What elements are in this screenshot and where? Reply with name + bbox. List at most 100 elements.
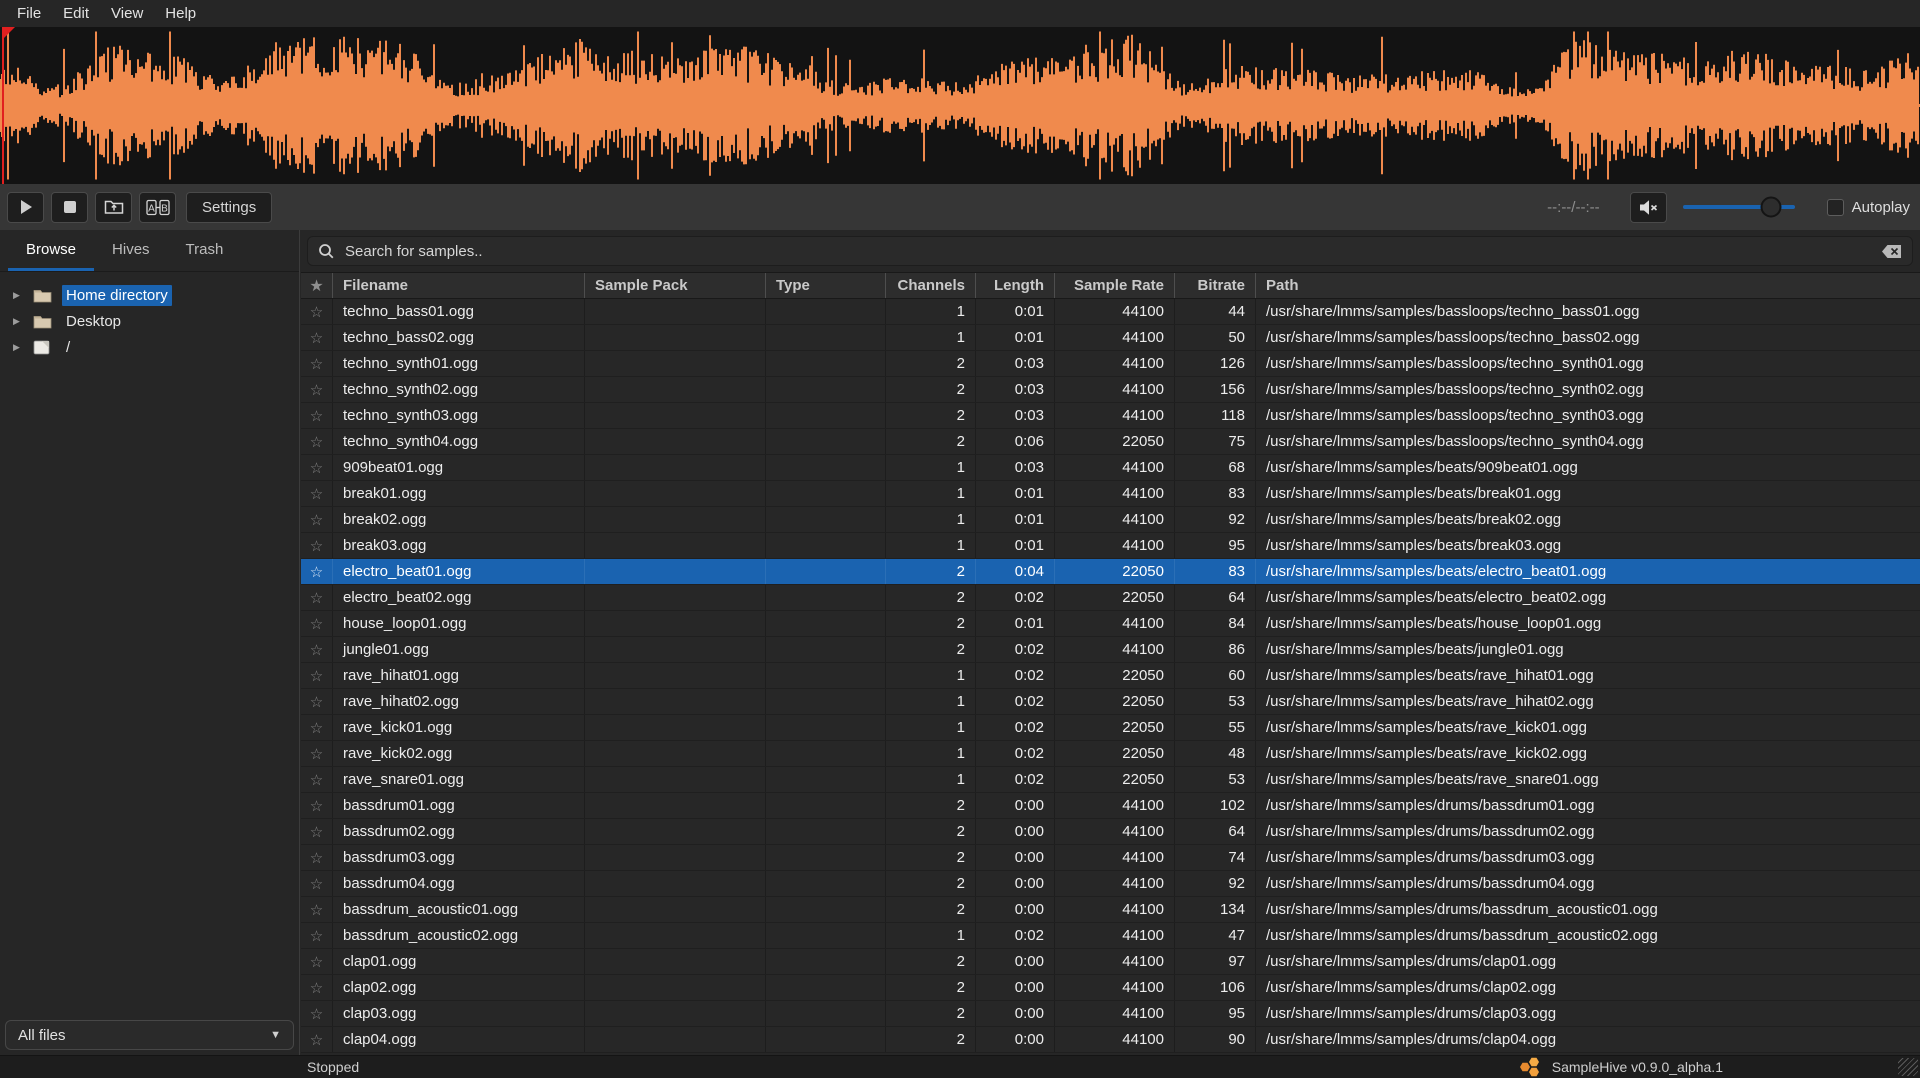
table-row[interactable]: ☆909beat01.ogg10:034410068/usr/share/lmm… [301,455,1920,481]
favorite-star-icon[interactable]: ☆ [301,949,333,974]
favorite-star-icon[interactable]: ☆ [301,975,333,1000]
column-header-bitrate[interactable]: Bitrate [1175,273,1256,298]
settings-button[interactable]: Settings [186,192,272,223]
menu-item-view[interactable]: View [100,0,154,27]
tree-item--[interactable]: ▶/ [0,334,299,360]
stop-button[interactable] [51,192,88,223]
expand-arrow-icon[interactable]: ▶ [13,342,33,353]
expand-arrow-icon[interactable]: ▶ [13,290,33,301]
favorite-star-icon[interactable]: ☆ [301,429,333,454]
table-row[interactable]: ☆clap03.ogg20:004410095/usr/share/lmms/s… [301,1001,1920,1027]
volume-slider[interactable] [1683,205,1795,209]
cell-path: /usr/share/lmms/samples/drums/bassdrum_a… [1256,897,1920,922]
ab-loop-button[interactable]: A B [139,192,176,223]
table-row[interactable]: ☆bassdrum01.ogg20:0044100102/usr/share/l… [301,793,1920,819]
column-header-path[interactable]: Path [1256,273,1920,298]
favorite-star-icon[interactable]: ☆ [301,507,333,532]
column-header-type[interactable]: Type [766,273,886,298]
column-header-filename[interactable]: Filename [333,273,585,298]
open-folder-button[interactable] [95,192,132,223]
playhead-marker[interactable] [2,27,15,40]
favorite-star-icon[interactable]: ☆ [301,585,333,610]
favorite-star-icon[interactable]: ☆ [301,767,333,792]
volume-knob[interactable] [1761,197,1782,218]
table-row[interactable]: ☆techno_synth03.ogg20:0344100118/usr/sha… [301,403,1920,429]
tab-hives[interactable]: Hives [94,230,168,271]
favorite-star-icon[interactable]: ☆ [301,845,333,870]
table-row[interactable]: ☆techno_synth04.ogg20:062205075/usr/shar… [301,429,1920,455]
column-header-sample-rate[interactable]: Sample Rate [1055,273,1175,298]
table-row[interactable]: ☆break01.ogg10:014410083/usr/share/lmms/… [301,481,1920,507]
favorite-star-icon[interactable]: ☆ [301,689,333,714]
table-row[interactable]: ☆electro_beat02.ogg20:022205064/usr/shar… [301,585,1920,611]
play-button[interactable] [7,192,44,223]
expand-arrow-icon[interactable]: ▶ [13,316,33,327]
playhead-line[interactable] [2,27,4,184]
table-row[interactable]: ☆break03.ogg10:014410095/usr/share/lmms/… [301,533,1920,559]
favorite-star-icon[interactable]: ☆ [301,715,333,740]
table-row[interactable]: ☆break02.ogg10:014410092/usr/share/lmms/… [301,507,1920,533]
table-row[interactable]: ☆rave_hihat02.ogg10:022205053/usr/share/… [301,689,1920,715]
favorite-star-icon[interactable]: ☆ [301,637,333,662]
favorite-star-icon[interactable]: ☆ [301,403,333,428]
table-row[interactable]: ☆electro_beat01.ogg20:042205083/usr/shar… [301,559,1920,585]
table-row[interactable]: ☆rave_kick02.ogg10:022205048/usr/share/l… [301,741,1920,767]
tree-item-home-directory[interactable]: ▶Home directory [0,282,299,308]
waveform-display[interactable] [0,27,1920,184]
favorite-star-icon[interactable]: ☆ [301,351,333,376]
favorite-star-icon[interactable]: ☆ [301,793,333,818]
favorite-star-icon[interactable]: ☆ [301,559,333,584]
table-row[interactable]: ☆rave_hihat01.ogg10:022205060/usr/share/… [301,663,1920,689]
menu-item-edit[interactable]: Edit [52,0,100,27]
favorite-star-icon[interactable]: ☆ [301,325,333,350]
table-row[interactable]: ☆bassdrum02.ogg20:004410064/usr/share/lm… [301,819,1920,845]
favorite-star-icon[interactable]: ☆ [301,455,333,480]
tab-browse[interactable]: Browse [8,230,94,271]
menu-item-help[interactable]: Help [154,0,207,27]
table-row[interactable]: ☆clap01.ogg20:004410097/usr/share/lmms/s… [301,949,1920,975]
table-row[interactable]: ☆bassdrum03.ogg20:004410074/usr/share/lm… [301,845,1920,871]
file-filter-dropdown[interactable]: All files ▼ [5,1020,294,1050]
favorite-star-icon[interactable]: ☆ [301,533,333,558]
clear-search-icon[interactable] [1881,244,1902,259]
favorite-star-icon[interactable]: ☆ [301,663,333,688]
resize-grip[interactable] [1898,1058,1918,1076]
search-bar[interactable] [307,236,1913,266]
tree-item-desktop[interactable]: ▶Desktop [0,308,299,334]
cell-length: 0:01 [976,481,1055,506]
table-row[interactable]: ☆bassdrum04.ogg20:004410092/usr/share/lm… [301,871,1920,897]
favorite-star-icon[interactable]: ☆ [301,819,333,844]
table-row[interactable]: ☆jungle01.ogg20:024410086/usr/share/lmms… [301,637,1920,663]
table-row[interactable]: ☆clap02.ogg20:0044100106/usr/share/lmms/… [301,975,1920,1001]
favorite-star-icon[interactable]: ☆ [301,1027,333,1052]
column-header-channels[interactable]: Channels [886,273,976,298]
favorite-star-icon[interactable]: ☆ [301,897,333,922]
favorite-column-header[interactable]: ★ [301,273,333,298]
table-row[interactable]: ☆bassdrum_acoustic01.ogg20:0044100134/us… [301,897,1920,923]
table-row[interactable]: ☆techno_bass02.ogg10:014410050/usr/share… [301,325,1920,351]
table-row[interactable]: ☆rave_snare01.ogg10:022205053/usr/share/… [301,767,1920,793]
table-row[interactable]: ☆techno_bass01.ogg10:014410044/usr/share… [301,299,1920,325]
table-row[interactable]: ☆house_loop01.ogg20:014410084/usr/share/… [301,611,1920,637]
mute-button[interactable] [1630,192,1667,223]
favorite-star-icon[interactable]: ☆ [301,1001,333,1026]
menu-item-file[interactable]: File [6,0,52,27]
favorite-star-icon[interactable]: ☆ [301,611,333,636]
table-row[interactable]: ☆techno_synth02.ogg20:0344100156/usr/sha… [301,377,1920,403]
favorite-star-icon[interactable]: ☆ [301,871,333,896]
tab-trash[interactable]: Trash [168,230,242,271]
autoplay-checkbox[interactable] [1827,199,1844,216]
search-input[interactable] [343,242,1881,261]
favorite-star-icon[interactable]: ☆ [301,741,333,766]
cell-filename: rave_kick01.ogg [333,715,585,740]
favorite-star-icon[interactable]: ☆ [301,923,333,948]
table-row[interactable]: ☆rave_kick01.ogg10:022205055/usr/share/l… [301,715,1920,741]
column-header-length[interactable]: Length [976,273,1055,298]
column-header-sample-pack[interactable]: Sample Pack [585,273,766,298]
favorite-star-icon[interactable]: ☆ [301,299,333,324]
table-row[interactable]: ☆techno_synth01.ogg20:0344100126/usr/sha… [301,351,1920,377]
table-row[interactable]: ☆clap04.ogg20:004410090/usr/share/lmms/s… [301,1027,1920,1053]
favorite-star-icon[interactable]: ☆ [301,377,333,402]
favorite-star-icon[interactable]: ☆ [301,481,333,506]
table-row[interactable]: ☆bassdrum_acoustic02.ogg10:024410047/usr… [301,923,1920,949]
